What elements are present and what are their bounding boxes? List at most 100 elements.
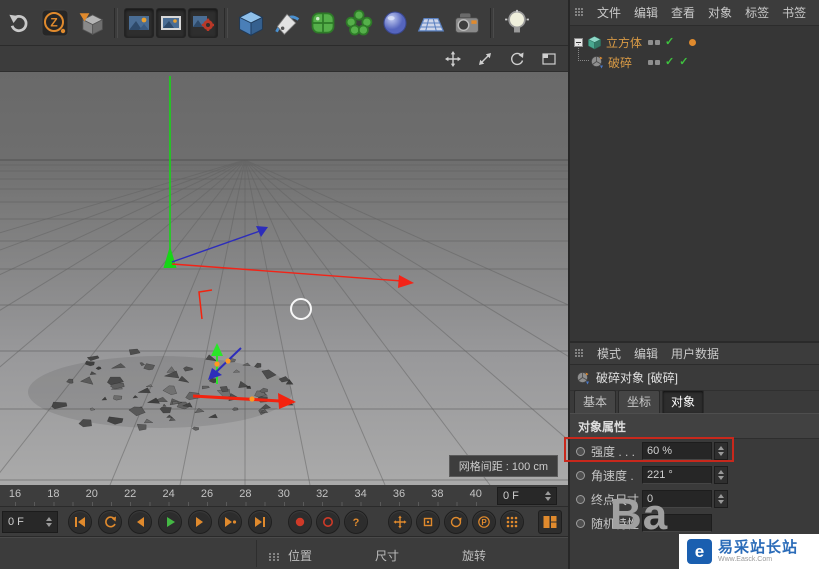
goto-start-button[interactable] xyxy=(68,510,92,534)
prev-frame-button[interactable] xyxy=(128,510,152,534)
viewport-3d[interactable]: 网格间距 : 100 cm xyxy=(0,72,568,485)
menu-item[interactable]: 编辑 xyxy=(634,345,658,362)
tab-object[interactable]: 对象 xyxy=(662,390,705,413)
panel-grip-icon[interactable] xyxy=(268,549,280,567)
zoom-view-icon[interactable] xyxy=(476,51,494,67)
fracture-object-icon xyxy=(591,56,603,69)
timeline-frame-field[interactable]: 0 F xyxy=(497,487,557,505)
attribute-manager-menu: 模式 编辑 用户数据 xyxy=(597,345,732,362)
record-keyframe-button[interactable] xyxy=(288,510,312,534)
angular-speed-input[interactable]: 221 ° xyxy=(642,466,712,484)
render-settings-button[interactable] xyxy=(188,7,218,38)
object-name[interactable]: 立方体 xyxy=(606,34,642,51)
cursor-circle xyxy=(290,298,312,320)
light-icon[interactable] xyxy=(500,5,534,41)
property-row-angular-speed: 角速度 . 221 ° xyxy=(570,463,819,487)
menu-item[interactable]: 用户数据 xyxy=(671,345,719,362)
property-row-random-characteristic: 随机特性 xyxy=(570,511,819,535)
menu-item[interactable]: 查看 xyxy=(671,4,695,21)
maximize-view-icon[interactable] xyxy=(540,51,558,67)
layout-button[interactable] xyxy=(538,510,562,534)
record-parameter-button[interactable]: P xyxy=(472,510,496,534)
record-position-button[interactable] xyxy=(388,510,412,534)
timeline-tick-label: 30 xyxy=(277,488,290,500)
loop-button[interactable] xyxy=(98,510,122,534)
pan-view-icon[interactable] xyxy=(444,50,462,67)
menu-item[interactable]: 标签 xyxy=(745,4,769,21)
camera-icon[interactable] xyxy=(450,5,484,41)
object-manager-menubar: 文件 编辑 查看 对象 标签 书签 xyxy=(570,0,819,26)
toolbar-separator xyxy=(224,7,228,38)
render-picture-viewer-button[interactable] xyxy=(156,7,186,38)
menu-item[interactable]: 对象 xyxy=(708,4,732,21)
visibility-dots-icon[interactable] xyxy=(648,59,660,65)
floor-icon[interactable] xyxy=(414,5,448,41)
next-frame-button[interactable] xyxy=(188,510,212,534)
site-watermark: e 易采站长站 Www.Easck.Com xyxy=(679,534,819,569)
tab-basic[interactable]: 基本 xyxy=(574,390,617,413)
enabled-check-icon[interactable]: ✓ xyxy=(665,36,674,48)
cinema4d-window: Z 网格间距: 100 cm 16 18 20 22 24 26 28 30 … xyxy=(0,0,819,569)
cube-object-icon xyxy=(587,35,602,49)
current-frame-value: 0 F xyxy=(8,516,24,528)
record-scale-button[interactable] xyxy=(416,510,440,534)
toolbar-separator xyxy=(490,7,494,38)
spline-pen-icon[interactable] xyxy=(270,5,304,41)
render-view-button[interactable] xyxy=(124,7,154,38)
panel-grip-icon[interactable] xyxy=(574,4,584,22)
metaball-icon[interactable] xyxy=(378,5,412,41)
svg-text:P: P xyxy=(481,518,487,527)
object-row-fracture[interactable]: 破碎 ✓ ✓ xyxy=(570,44,819,72)
panel-grip-icon[interactable] xyxy=(574,345,584,363)
enabled-check-icon[interactable]: ✓ xyxy=(665,56,674,68)
menu-item[interactable]: 文件 xyxy=(597,4,621,21)
tag-icon[interactable] xyxy=(689,38,697,46)
viewport-canvas[interactable] xyxy=(0,72,568,485)
coordinate-bar: 位置 尺寸 旋转 xyxy=(0,537,568,569)
timeline-tick-label: 20 xyxy=(85,488,98,500)
help-button[interactable]: ? xyxy=(344,510,368,534)
record-rotation-button[interactable] xyxy=(444,510,468,534)
menu-item[interactable]: 编辑 xyxy=(634,4,658,21)
enabled-check-icon[interactable]: ✓ xyxy=(679,56,688,68)
animation-dot-icon[interactable] xyxy=(576,518,585,528)
undo-icon[interactable] xyxy=(2,5,36,41)
next-key-button[interactable] xyxy=(218,510,242,534)
spinner-icon[interactable] xyxy=(46,514,52,530)
spinner-icon[interactable] xyxy=(545,488,551,504)
world-axis-gizmo[interactable] xyxy=(163,76,415,288)
object-manager: 文件 编辑 查看 对象 标签 书签 立方体 ✓ 破碎 ✓ ✓ xyxy=(570,0,819,341)
attribute-manager-menubar: 模式 编辑 用户数据 xyxy=(570,343,819,365)
object-name[interactable]: 破碎 xyxy=(608,54,632,71)
coordinate-column-header: 位置 xyxy=(288,549,313,563)
z-badge-icon[interactable]: Z xyxy=(38,5,72,41)
current-frame-field[interactable]: 0 F xyxy=(2,511,58,533)
object-row-cube[interactable]: 立方体 ✓ xyxy=(570,32,819,52)
animation-dot-icon[interactable] xyxy=(576,494,585,504)
timeline-tick-label: 16 xyxy=(8,488,22,500)
transport-bar: 0 F ? P xyxy=(0,507,568,537)
visibility-dots-icon[interactable] xyxy=(648,39,660,45)
rotate-view-icon[interactable] xyxy=(508,51,526,67)
play-button[interactable] xyxy=(158,510,182,534)
spinner-icon[interactable] xyxy=(714,466,728,484)
svg-text:Z: Z xyxy=(50,15,57,29)
strength-highlight-box xyxy=(564,437,734,462)
spinner-icon[interactable] xyxy=(714,490,728,508)
timeline-ruler[interactable]: 16 18 20 22 24 26 28 30 32 34 36 38 40 0 F xyxy=(0,485,568,507)
tab-coordinates[interactable]: 坐标 xyxy=(618,390,661,413)
make-editable-icon[interactable] xyxy=(74,5,108,41)
property-row-end-size: 终点尺寸 0 xyxy=(570,487,819,511)
snap-settings-button[interactable] xyxy=(500,510,524,534)
menu-item[interactable]: 模式 xyxy=(597,345,621,362)
timeline-tick-label: 40 xyxy=(469,488,482,500)
menu-item[interactable]: 书签 xyxy=(782,4,806,21)
array-icon[interactable] xyxy=(342,5,376,41)
top-toolbar: Z xyxy=(0,0,568,46)
cube-primitive-icon[interactable] xyxy=(234,5,268,41)
subdivision-surface-icon[interactable] xyxy=(306,5,340,41)
goto-end-button[interactable] xyxy=(248,510,272,534)
animation-dot-icon[interactable] xyxy=(576,470,585,480)
autokey-button[interactable] xyxy=(316,510,340,534)
timeline-tick-label: 34 xyxy=(354,488,367,500)
